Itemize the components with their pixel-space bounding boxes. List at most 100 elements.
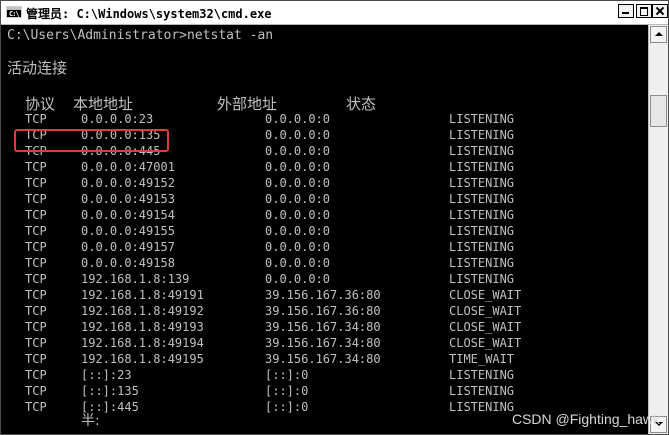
cell-foreign-address: 39.156.167.36:80 — [265, 304, 381, 318]
cell-foreign-address: 0.0.0.0:0 — [265, 176, 331, 190]
watermark: CSDN @Fighting_hawk — [511, 411, 660, 427]
cell-proto: TCP — [25, 240, 47, 254]
command-line: C:\Users\Administrator>netstat -an — [7, 28, 274, 43]
section-title: 活动连接 — [7, 59, 68, 77]
table-row: TCP 0.0.0.0:49153 0.0.0.0:0 LISTENING — [1, 191, 648, 207]
cell-foreign-address: 0.0.0.0:0 — [265, 192, 331, 206]
cell-local-address: [::]:23 — [81, 368, 132, 382]
cmd-app-icon[interactable]: C:\ — [6, 6, 22, 18]
cell-foreign-address: [::]:0 — [265, 368, 309, 382]
cell-foreign-address: 0.0.0.0:0 — [265, 112, 331, 126]
cell-proto: TCP — [25, 400, 47, 414]
cell-state: LISTENING — [449, 128, 515, 142]
cell-foreign-address: [::]:0 — [265, 400, 309, 414]
cell-state: LISTENING — [449, 272, 515, 286]
cell-proto: TCP — [25, 112, 47, 126]
highlight-box — [14, 129, 169, 152]
title-bar[interactable]: C:\ 管理员: C:\Windows\system32\cmd.exe — [1, 1, 668, 25]
window-title: 管理员: C:\Windows\system32\cmd.exe — [26, 7, 272, 21]
cell-state: LISTENING — [449, 208, 515, 222]
cell-state: LISTENING — [449, 224, 515, 238]
table-row: TCP 0.0.0.0:49157 0.0.0.0:0 LISTENING — [1, 239, 648, 255]
cell-state: LISTENING — [449, 144, 515, 158]
cell-local-address: 192.168.1.8:49195 — [81, 352, 204, 366]
cell-proto: TCP — [25, 288, 47, 302]
cmd-icon-text: C:\ — [9, 10, 20, 18]
cell-foreign-address: 39.156.167.34:80 — [265, 320, 381, 334]
cell-state: LISTENING — [449, 256, 515, 270]
table-row: TCP 0.0.0.0:49155 0.0.0.0:0 LISTENING — [1, 223, 648, 239]
cell-state: LISTENING — [449, 176, 515, 190]
cmd-window: C:\ 管理员: C:\Windows\system32\cmd.exe C:\… — [0, 0, 669, 435]
cell-state: LISTENING — [449, 368, 515, 382]
table-row: TCP 0.0.0.0:49152 0.0.0.0:0 LISTENING — [1, 175, 648, 191]
cell-foreign-address: 39.156.167.34:80 — [265, 336, 381, 350]
cell-foreign-address: 0.0.0.0:0 — [265, 160, 331, 174]
table-header: 协议 本地地址 外部地址 状态 — [1, 93, 648, 113]
cell-state: LISTENING — [449, 400, 515, 414]
cell-proto: TCP — [25, 272, 47, 286]
cell-proto: TCP — [25, 320, 47, 334]
cell-local-address: 0.0.0.0:49158 — [81, 256, 175, 270]
table-row: TCP 192.168.1.8:49191 39.156.167.36:80 CLOS… — [1, 287, 648, 303]
cell-local-address: 192.168.1.8:49194 — [81, 336, 204, 350]
cell-foreign-address: 0.0.0.0:0 — [265, 272, 331, 286]
cell-proto: TCP — [25, 304, 47, 318]
cell-state: TIME_WAIT — [449, 352, 515, 366]
table-row: TCP 0.0.0.0:47001 0.0.0.0:0 LISTENING — [1, 159, 648, 175]
cell-foreign-address: 0.0.0.0:0 — [265, 256, 331, 270]
cell-state: LISTENING — [449, 160, 515, 174]
table-row: TCP 192.168.1.8:49193 39.156.167.34:80 CLOS… — [1, 319, 648, 335]
cell-foreign-address: 0.0.0.0:0 — [265, 128, 331, 142]
cell-state: LISTENING — [449, 112, 515, 126]
cell-local-address: 192.168.1.8:139 — [81, 272, 190, 286]
vertical-scrollbar[interactable] — [648, 25, 668, 434]
cell-state: LISTENING — [449, 192, 515, 206]
cell-state: CLOSE_WAIT — [449, 288, 522, 302]
close-button[interactable] — [652, 4, 668, 18]
cell-proto: TCP — [25, 336, 47, 350]
table-row: TCP 192.168.1.8:49195 39.156.167.34:80 TIME… — [1, 351, 648, 367]
partial-line: 半: — [81, 413, 100, 429]
cell-local-address: [::]:135 — [81, 384, 139, 398]
maximize-button[interactable] — [636, 4, 652, 18]
cell-state: CLOSE_WAIT — [449, 336, 522, 350]
table-row: TCP 0.0.0.0:23 0.0.0.0:0 LISTENING — [1, 111, 648, 127]
cell-proto: TCP — [25, 256, 47, 270]
table-row: TCP [::]:23 [::]:0 LISTENING — [1, 367, 648, 383]
table-row: TCP 192.168.1.8:49194 39.156.167.34:80 CLOS… — [1, 335, 648, 351]
cell-foreign-address: 0.0.0.0:0 — [265, 144, 331, 158]
cell-foreign-address: 0.0.0.0:0 — [265, 224, 331, 238]
cell-foreign-address: 0.0.0.0:0 — [265, 208, 331, 222]
cell-local-address: 192.168.1.8:49192 — [81, 304, 204, 318]
minimize-button[interactable] — [618, 4, 634, 18]
cell-state: LISTENING — [449, 240, 515, 254]
table-row: TCP 0.0.0.0:49154 0.0.0.0:0 LISTENING — [1, 207, 648, 223]
scroll-up-button[interactable] — [650, 26, 667, 43]
cell-local-address: 0.0.0.0:49153 — [81, 192, 175, 206]
cell-state: CLOSE_WAIT — [449, 320, 522, 334]
cell-foreign-address: 0.0.0.0:0 — [265, 240, 331, 254]
cell-proto: TCP — [25, 224, 47, 238]
cell-proto: TCP — [25, 192, 47, 206]
cell-local-address: 0.0.0.0:49157 — [81, 240, 175, 254]
cell-local-address: 0.0.0.0:49152 — [81, 176, 175, 190]
cell-local-address: 0.0.0.0:47001 — [81, 160, 175, 174]
cell-proto: TCP — [25, 384, 47, 398]
cell-state: CLOSE_WAIT — [449, 304, 522, 318]
table-row: TCP 0.0.0.0:49158 0.0.0.0:0 LISTENING — [1, 255, 648, 271]
cell-state: LISTENING — [449, 384, 515, 398]
cell-foreign-address: 39.156.167.34:80 — [265, 352, 381, 366]
table-row: TCP 192.168.1.8:49192 39.156.167.36:80 CLOS… — [1, 303, 648, 319]
scroll-thumb[interactable] — [650, 95, 667, 127]
cell-local-address: 0.0.0.0:49154 — [81, 208, 175, 222]
cell-proto: TCP — [25, 160, 47, 174]
table-row: TCP 192.168.1.8:139 0.0.0.0:0 LISTENING — [1, 271, 648, 287]
cell-proto: TCP — [25, 352, 47, 366]
cell-foreign-address: [::]:0 — [265, 384, 309, 398]
cell-local-address: 0.0.0.0:23 — [81, 112, 154, 126]
cell-proto: TCP — [25, 176, 47, 190]
console-output[interactable]: C:\Users\Administrator>netstat -an 活动连接 … — [1, 25, 648, 434]
cell-local-address: 192.168.1.8:49193 — [81, 320, 204, 334]
cell-local-address: 192.168.1.8:49191 — [81, 288, 204, 302]
